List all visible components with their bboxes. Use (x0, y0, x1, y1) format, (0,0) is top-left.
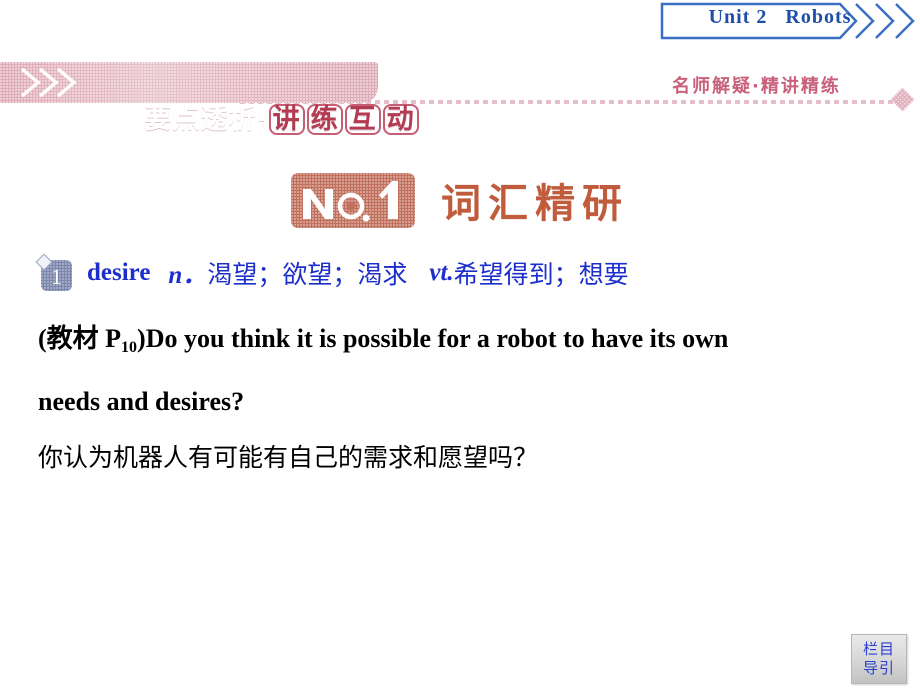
no1-badge-glyph (303, 180, 398, 221)
unit-header-banner: Unit 2 Robots (660, 0, 920, 42)
no1-badge (291, 172, 415, 228)
no1-heading-row: 词汇精研 (0, 170, 920, 230)
example-english-line-2: needs and desires? (38, 387, 245, 416)
example-chinese-line: 你认为机器人有可能有自己的需求和愿望吗？ (38, 443, 539, 472)
example-source-prefix: (教材 P (38, 324, 122, 353)
section-title-circled-4: 动 (382, 104, 419, 135)
entry-definition-noun: 渴望；欲望；渴求 (207, 260, 408, 289)
unit-header-label: Unit 2 Robots (708, 6, 852, 28)
column-guide-label-line1: 栏目 (862, 640, 895, 658)
example-source-suffix: ) (137, 324, 146, 353)
column-guide-button[interactable]: 栏目 导引 (851, 634, 907, 684)
section-title-circled-2: 练 (306, 104, 343, 135)
example-source-page: 10 (121, 339, 138, 356)
column-guide-label-line2: 导引 (862, 659, 895, 677)
vocabulary-entry-header: 1 desire n． 渴望；欲望；渴求 vt. 希望得到；想要 (35, 252, 629, 294)
section-banner: 要点透析· 讲练互动 名师解疑·精讲精练 (0, 62, 920, 135)
example-english-line-1: (教材 P10)Do you think it is possible for … (38, 312, 894, 375)
entry-word: desire (87, 259, 151, 286)
entry-pos-noun: n． (168, 262, 208, 289)
section-title-circled-3: 互 (344, 104, 381, 135)
section-title-circled-1: 讲 (268, 104, 305, 135)
section-banner-title: 要点透析· 讲练互动 (82, 66, 420, 167)
section-title-separator: · (256, 104, 268, 135)
section-banner-plate: 要点透析· 讲练互动 (0, 62, 419, 135)
section-banner-subtitle: 名师解疑·精讲精练 (672, 76, 841, 97)
entry-number-badge: 1 (35, 253, 73, 291)
no1-heading-title: 词汇精研 (441, 181, 629, 227)
example-block: (教材 P10)Do you think it is possible for … (38, 312, 894, 483)
entry-pos-verb: vt. (429, 259, 454, 286)
section-title-plain: 要点透析 (144, 104, 257, 135)
example-english-text-1: Do you think it is possible for a robot … (145, 324, 729, 353)
entry-definition-verb: 希望得到；想要 (453, 260, 629, 289)
diamond-marker-icon (890, 87, 915, 112)
